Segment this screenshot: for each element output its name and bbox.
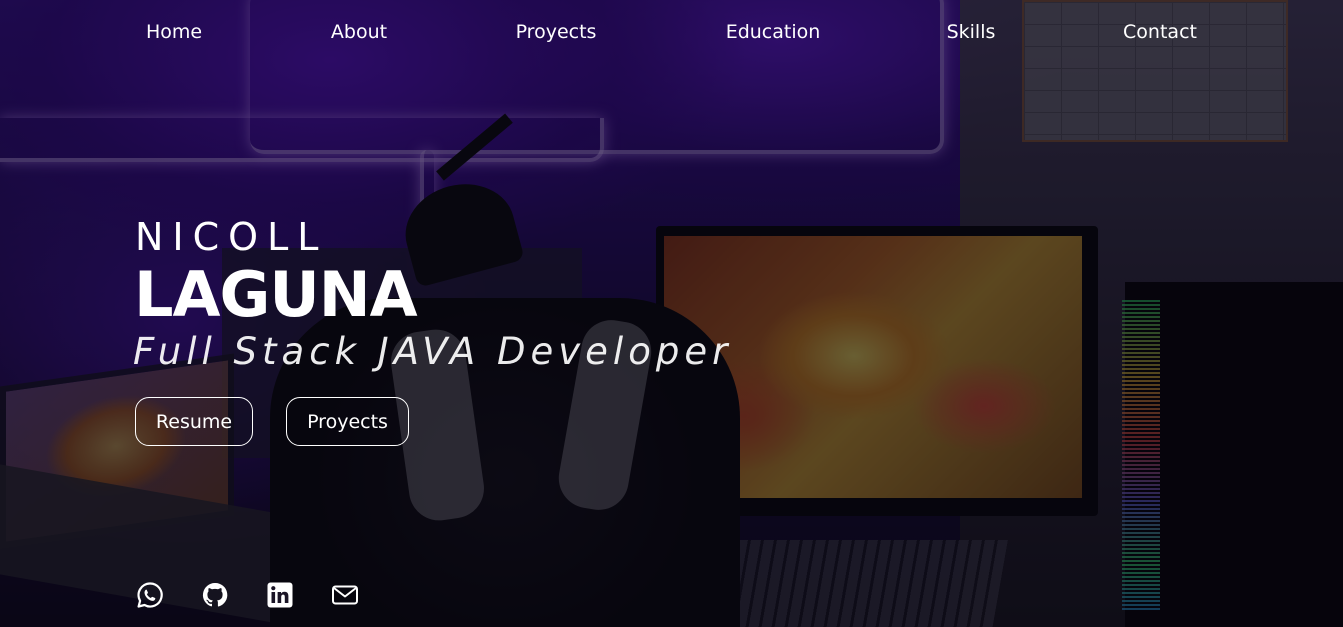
whatsapp-icon[interactable] <box>135 580 165 610</box>
linkedin-icon[interactable] <box>265 580 295 610</box>
main-nav: Home About Proyects Education Skills Con… <box>0 18 1343 48</box>
resume-button[interactable]: Resume <box>135 397 253 446</box>
hero-role: Full Stack JAVA Developer <box>133 330 733 373</box>
github-icon[interactable] <box>200 580 230 610</box>
nav-education[interactable]: Education <box>726 18 821 46</box>
nav-about[interactable]: About <box>331 18 387 46</box>
hero-last-name: LAGUNA <box>134 258 418 331</box>
mail-icon[interactable] <box>330 580 360 610</box>
proyects-button[interactable]: Proyects <box>286 397 409 446</box>
nav-proyects[interactable]: Proyects <box>516 18 597 46</box>
nav-skills[interactable]: Skills <box>947 18 996 46</box>
nav-home[interactable]: Home <box>146 18 202 46</box>
nav-contact[interactable]: Contact <box>1123 18 1197 46</box>
